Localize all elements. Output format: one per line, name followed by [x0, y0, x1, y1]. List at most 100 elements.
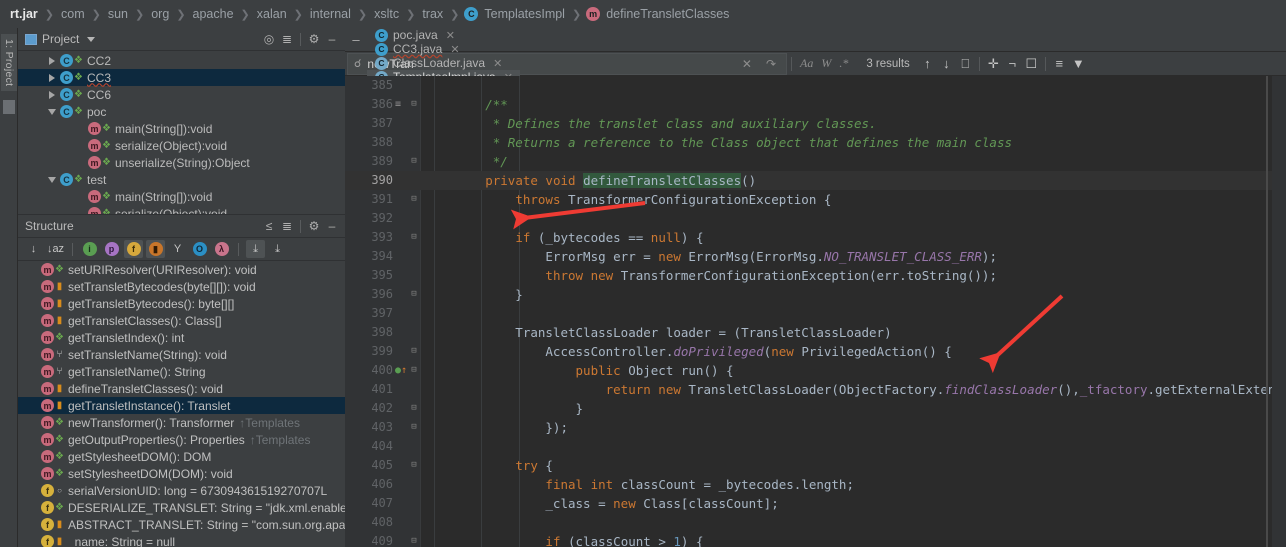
breadcrumb-item[interactable]: m defineTransletClasses — [586, 7, 731, 22]
tree-item[interactable]: C ❖ CC3 — [18, 69, 345, 86]
show-inherited-icon[interactable]: i — [80, 240, 99, 258]
list-item[interactable]: m ⑂ getTransletName(): String — [18, 363, 345, 380]
tree-item[interactable]: m ❖ serialize(Object):void — [18, 205, 345, 214]
chevron-right-icon[interactable] — [49, 90, 55, 99]
breadcrumb-item[interactable]: xsltc — [372, 7, 401, 21]
collapse-all-icon[interactable]: ≣ — [278, 217, 296, 235]
tree-item[interactable]: C ❖ test — [18, 171, 345, 188]
close-icon[interactable]: ✕ — [493, 57, 502, 70]
next-match-icon[interactable]: ↓ — [937, 56, 956, 71]
list-item[interactable]: m ❖ newTransformer(): Transformer ↑Template… — [18, 414, 345, 431]
editor-marker-bar[interactable] — [1272, 76, 1286, 547]
tree-item[interactable]: C ❖ CC2 — [18, 52, 345, 69]
gear-icon[interactable]: ⚙ — [305, 30, 323, 48]
sort-alphabetically-icon[interactable]: ↓az — [46, 240, 65, 258]
close-icon[interactable]: ✕ — [446, 29, 455, 42]
chevron-right-icon[interactable] — [49, 56, 55, 65]
tree-twisty[interactable] — [46, 176, 58, 183]
fold-toggle-icon[interactable]: ⊟ — [409, 342, 419, 361]
breadcrumb-item[interactable]: org — [149, 7, 171, 21]
list-item[interactable]: m ❖ getOutputProperties(): Properties ↑Temp… — [18, 431, 345, 448]
show-anonymous-icon[interactable]: Y — [168, 240, 187, 258]
tree-twisty[interactable] — [46, 73, 58, 82]
chevron-down-icon[interactable] — [48, 176, 56, 183]
clear-search-icon[interactable]: ✕ — [738, 57, 756, 71]
locate-icon[interactable]: ◎ — [260, 30, 278, 48]
bookmark-icon[interactable]: ≡ — [395, 95, 401, 114]
select-all-occurrences-icon[interactable]: ☐ — [1022, 56, 1041, 72]
regex-icon[interactable]: .* — [835, 56, 852, 71]
search-history-icon[interactable]: ↷ — [762, 57, 780, 71]
tree-item[interactable]: m ❖ unserialize(String):Object — [18, 154, 345, 171]
fold-toggle-icon[interactable]: ⊟ — [409, 399, 419, 418]
whole-words-icon[interactable]: W — [817, 56, 835, 71]
fold-toggle-icon[interactable]: ⊟ — [409, 361, 419, 380]
editor-scrollbar[interactable] — [1266, 76, 1268, 547]
tree-item[interactable]: C ❖ CC6 — [18, 86, 345, 103]
editor-tab[interactable]: C ClassLoader.java ✕ — [367, 56, 520, 70]
tree-twisty[interactable] — [46, 56, 58, 65]
fold-toggle-icon[interactable]: ⊟ — [409, 456, 419, 475]
chevron-down-icon[interactable] — [87, 36, 96, 42]
breadcrumb-item[interactable]: xalan — [255, 7, 289, 21]
tree-twisty[interactable] — [46, 90, 58, 99]
list-item[interactable]: f ○ serialVersionUID: long = 6730943615192… — [18, 482, 345, 499]
open-in-find-window-icon[interactable]: ⎕ — [956, 56, 975, 72]
breadcrumb-item[interactable]: rt.jar — [8, 7, 40, 21]
fold-toggle-icon[interactable]: ⊟ — [409, 285, 419, 304]
autoscroll-from-source-icon[interactable]: ⤓ — [268, 240, 287, 258]
match-case-icon[interactable]: Aa — [796, 56, 817, 71]
override-marker-icon[interactable]: ●↑ — [395, 361, 407, 380]
breadcrumb-item[interactable]: sun — [106, 7, 130, 21]
filter-icon[interactable]: ▼ — [1069, 56, 1088, 71]
show-non-public-icon[interactable]: ▮ — [146, 240, 165, 258]
expand-all-icon[interactable]: ≤ — [260, 217, 278, 235]
gear-icon[interactable]: ⚙ — [305, 217, 323, 235]
group-methods-icon[interactable]: O — [190, 240, 209, 258]
fold-toggle-icon[interactable]: ⊟ — [409, 152, 419, 171]
list-item[interactable]: m ❖ getStylesheetDOM(): DOM — [18, 448, 345, 465]
breadcrumb-item[interactable]: C TemplatesImpl — [464, 7, 567, 22]
breadcrumb-item[interactable]: apache — [191, 7, 236, 21]
list-item[interactable]: m ⑂ setTransletName(String): void — [18, 346, 345, 363]
editor-tab[interactable]: Cpoc.java ✕ — [367, 28, 520, 42]
prev-match-icon[interactable]: ↑ — [918, 56, 937, 71]
fold-toggle-icon[interactable]: ⊟ — [409, 532, 419, 547]
list-item[interactable]: m ▮ defineTransletClasses(): void — [18, 380, 345, 397]
hide-tabs-icon[interactable]: ‒ — [345, 28, 367, 51]
fold-toggle-icon[interactable]: ⊟ — [409, 95, 419, 114]
chevron-right-icon[interactable] — [49, 73, 55, 82]
add-selection-icon[interactable]: ✛ — [984, 56, 1003, 72]
tree-item[interactable]: m ❖ main(String[]):void — [18, 188, 345, 205]
list-item[interactable]: m ❖ setStylesheetDOM(DOM): void — [18, 465, 345, 482]
show-fields-icon[interactable]: f — [124, 240, 143, 258]
tree-item[interactable]: C ❖ poc — [18, 103, 345, 120]
structure-tool-stripe-icon[interactable] — [3, 100, 15, 114]
tree-twisty[interactable] — [46, 108, 58, 115]
breadcrumb-item[interactable]: internal — [308, 7, 353, 21]
list-item[interactable]: m ❖ getTransletIndex(): int — [18, 329, 345, 346]
close-icon[interactable]: ✕ — [450, 43, 459, 56]
project-panel-title-group[interactable]: Project — [25, 32, 260, 46]
list-item[interactable]: f ▮ ABSTRACT_TRANSLET: String = "com.sun.o… — [18, 516, 345, 533]
chevron-down-icon[interactable] — [48, 108, 56, 115]
filter-results-icon[interactable]: ≡ — [1050, 56, 1069, 71]
show-lambdas-icon[interactable]: λ — [212, 240, 231, 258]
minimize-icon[interactable]: ‒ — [323, 217, 341, 235]
minimize-icon[interactable]: ‒ — [323, 30, 341, 48]
editor-tab[interactable]: C CC3.java ✕ — [367, 42, 520, 56]
project-tree[interactable]: C ❖ CC2 C ❖ CC3 C ❖ CC6 C ❖ poc m ❖ main(String[]):voi… — [18, 51, 345, 214]
remove-selection-icon[interactable]: ¬ — [1003, 56, 1022, 71]
list-item[interactable]: f ▮ _name: String = null — [18, 533, 345, 547]
code-canvas[interactable]: 385 386 ≡ ⊟ /** 387 * Defines the translet c… — [345, 76, 1286, 547]
sort-by-visibility-icon[interactable]: ↓ — [24, 240, 43, 258]
list-item[interactable]: m ▮ getTransletInstance(): Translet — [18, 397, 345, 414]
autoscroll-to-source-icon[interactable]: ⤓ — [246, 240, 265, 258]
sidebar-item-project[interactable]: 1: Project — [1, 34, 17, 92]
fold-toggle-icon[interactable]: ⊟ — [409, 190, 419, 209]
structure-list[interactable]: m ❖ setURIResolver(URIResolver): void m ▮ set… — [18, 261, 345, 547]
breadcrumb-item[interactable]: com — [59, 7, 87, 21]
list-item[interactable]: m ▮ getTransletClasses(): Class[] — [18, 312, 345, 329]
show-properties-icon[interactable]: p — [102, 240, 121, 258]
fold-toggle-icon[interactable]: ⊟ — [409, 418, 419, 437]
